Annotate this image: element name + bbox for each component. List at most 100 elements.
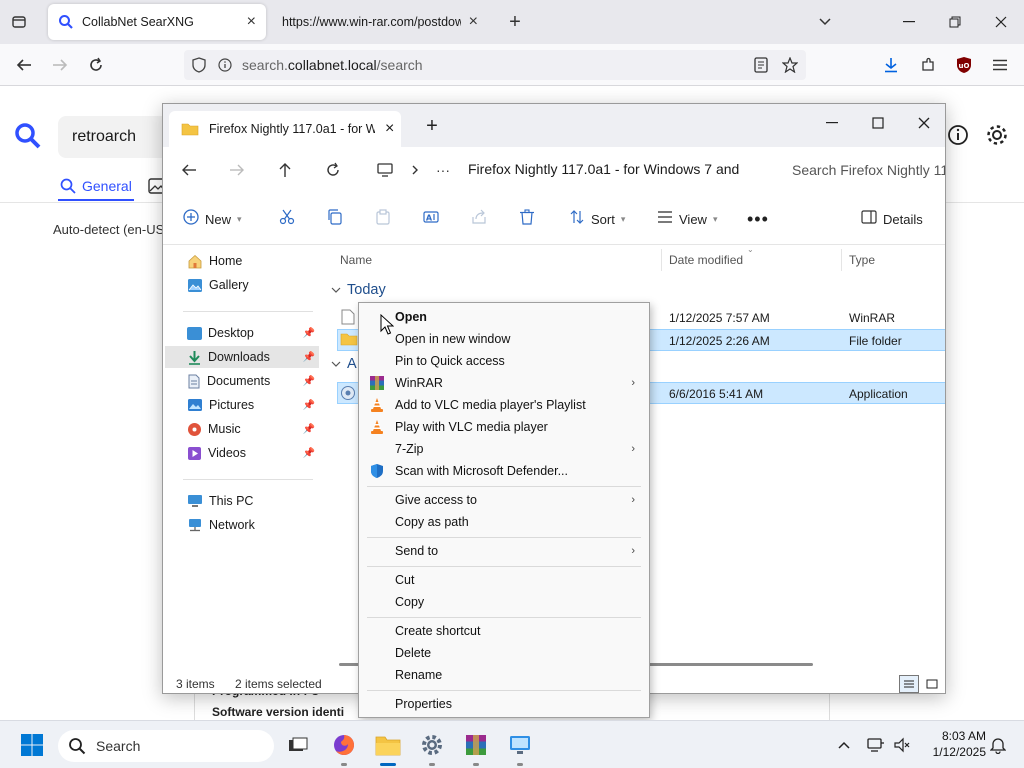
nav-item-this-pc[interactable]: This PC xyxy=(165,490,319,512)
back-icon[interactable] xyxy=(11,52,37,78)
tab-searxng[interactable]: CollabNet SearXNG × xyxy=(48,4,266,40)
close-window-icon[interactable] xyxy=(901,108,945,138)
up-arrow-icon[interactable] xyxy=(271,157,299,183)
start-button[interactable] xyxy=(16,730,48,760)
new-tab-icon[interactable]: + xyxy=(409,111,455,141)
explorer-search-input[interactable]: Search Firefox Nightly 11 xyxy=(778,155,945,185)
tab-general[interactable]: General xyxy=(60,178,166,194)
menu-item-winrar[interactable]: WinRAR › xyxy=(361,372,647,394)
list-tabs-chevron-icon[interactable] xyxy=(812,9,838,35)
address-path[interactable]: Firefox Nightly 117.0a1 - for Windows 7 … xyxy=(468,161,768,177)
pin-icon[interactable]: 📌 xyxy=(303,376,315,387)
view-button[interactable]: View ▾ xyxy=(657,206,717,232)
language-autodetect[interactable]: Auto-detect (en-US xyxy=(53,222,164,237)
column-separator[interactable] xyxy=(661,249,662,271)
menu-item-open-new-window[interactable]: Open in new window xyxy=(361,328,647,350)
lock-icon[interactable] xyxy=(218,58,232,72)
volume-muted-icon[interactable] xyxy=(888,730,916,760)
minimize-icon[interactable] xyxy=(809,108,855,138)
menu-item-rename[interactable]: Rename xyxy=(361,664,647,686)
downloads-icon[interactable] xyxy=(878,52,904,78)
maximize-icon[interactable] xyxy=(855,108,901,138)
group-header-a[interactable]: A xyxy=(331,356,357,372)
new-tab-icon[interactable]: + xyxy=(502,9,528,35)
menu-item-vlc-play[interactable]: Play with VLC media player xyxy=(361,416,647,438)
file-explorer-taskbar-icon[interactable] xyxy=(372,730,404,766)
group-header-today[interactable]: Today xyxy=(331,282,386,298)
new-button[interactable]: New ▾ xyxy=(183,206,242,232)
system-clock[interactable]: 8:03 AM 1/12/2025 xyxy=(920,728,986,760)
menu-item-7zip[interactable]: 7-Zip › xyxy=(361,438,647,460)
menu-item-send-to[interactable]: Send to › xyxy=(361,540,647,562)
delete-button[interactable] xyxy=(519,206,535,232)
pin-icon[interactable]: 📌 xyxy=(303,424,315,435)
reload-icon[interactable] xyxy=(83,52,109,78)
more-ellipsis-icon[interactable]: ··· xyxy=(429,157,457,183)
more-options-button[interactable]: ••• xyxy=(747,206,769,232)
sort-button[interactable]: Sort ▾ xyxy=(569,206,625,232)
details-view-icon[interactable] xyxy=(899,675,919,693)
tab-winrar[interactable]: https://www.win-rar.com/postdow × xyxy=(272,4,488,40)
shield-icon[interactable] xyxy=(192,57,206,73)
menu-item-cut[interactable]: Cut xyxy=(361,569,647,591)
nav-item-music[interactable]: Music 📌 xyxy=(165,418,319,440)
pin-icon[interactable]: 📌 xyxy=(303,328,315,339)
nav-item-gallery[interactable]: Gallery xyxy=(165,274,319,296)
show-hidden-icons-chevron-icon[interactable] xyxy=(830,730,858,760)
forward-icon[interactable] xyxy=(223,157,251,183)
settings-taskbar-icon[interactable] xyxy=(416,730,448,766)
explorer-tab[interactable]: Firefox Nightly 117.0a1 - for Wi × xyxy=(169,111,401,147)
nav-item-home[interactable]: Home xyxy=(165,250,319,272)
column-header-type[interactable]: Type xyxy=(849,253,875,267)
notification-bell-icon[interactable] xyxy=(984,730,1012,760)
pin-icon[interactable]: 📌 xyxy=(303,448,315,459)
share-button[interactable] xyxy=(471,206,487,232)
pin-icon[interactable]: 📌 xyxy=(303,400,315,411)
nav-item-network[interactable]: Network xyxy=(165,514,319,536)
menu-item-copy-as-path[interactable]: Copy as path xyxy=(361,511,647,533)
searxng-logo-icon[interactable] xyxy=(14,122,42,153)
details-button[interactable]: Details xyxy=(861,206,923,232)
menu-item-give-access[interactable]: Give access to › xyxy=(361,489,647,511)
forward-icon[interactable] xyxy=(47,52,73,78)
pin-icon[interactable]: 📌 xyxy=(303,352,315,363)
tab-overview-icon[interactable] xyxy=(6,9,32,35)
cut-button[interactable] xyxy=(279,206,295,232)
close-tab-icon[interactable]: × xyxy=(385,120,394,138)
menu-hamburger-icon[interactable] xyxy=(987,52,1013,78)
paste-button[interactable] xyxy=(375,206,391,232)
menu-item-defender[interactable]: Scan with Microsoft Defender... xyxy=(361,460,647,482)
close-tab-icon[interactable]: × xyxy=(469,13,478,31)
monitor-icon[interactable] xyxy=(371,157,399,183)
nav-item-documents[interactable]: Documents 📌 xyxy=(165,370,319,392)
menu-item-open[interactable]: Open xyxy=(361,306,647,328)
url-bar[interactable]: search.collabnet.local/search xyxy=(184,50,806,80)
task-view-icon[interactable] xyxy=(282,730,314,760)
menu-item-copy[interactable]: Copy xyxy=(361,591,647,613)
column-header-name[interactable]: Name xyxy=(340,253,372,267)
tiles-view-icon[interactable] xyxy=(922,675,942,693)
menu-item-delete[interactable]: Delete xyxy=(361,642,647,664)
menu-item-pin-quick-access[interactable]: Pin to Quick access xyxy=(361,350,647,372)
refresh-icon[interactable] xyxy=(319,157,347,183)
remote-desktop-taskbar-icon[interactable] xyxy=(504,730,536,766)
nav-item-pictures[interactable]: Pictures 📌 xyxy=(165,394,319,416)
reader-view-icon[interactable] xyxy=(748,52,774,78)
firefox-taskbar-icon[interactable] xyxy=(328,730,360,766)
restore-icon[interactable] xyxy=(942,9,968,35)
copy-button[interactable] xyxy=(327,206,343,232)
menu-item-properties[interactable]: Properties xyxy=(361,693,647,715)
extensions-icon[interactable] xyxy=(915,52,941,78)
column-header-date[interactable]: Date modified xyxy=(669,253,743,267)
minimize-icon[interactable] xyxy=(896,9,922,35)
close-tab-icon[interactable]: × xyxy=(247,13,256,31)
settings-gear-icon[interactable] xyxy=(985,123,1009,150)
back-icon[interactable] xyxy=(175,157,203,183)
nav-item-downloads[interactable]: Downloads 📌 xyxy=(165,346,319,368)
nav-item-desktop[interactable]: Desktop 📌 xyxy=(165,322,319,344)
nav-item-videos[interactable]: Videos 📌 xyxy=(165,442,319,464)
taskbar-search-box[interactable]: Search xyxy=(58,730,274,762)
close-window-icon[interactable] xyxy=(988,9,1014,35)
winrar-taskbar-icon[interactable] xyxy=(460,730,492,766)
ublock-origin-icon[interactable]: uO xyxy=(951,52,977,78)
